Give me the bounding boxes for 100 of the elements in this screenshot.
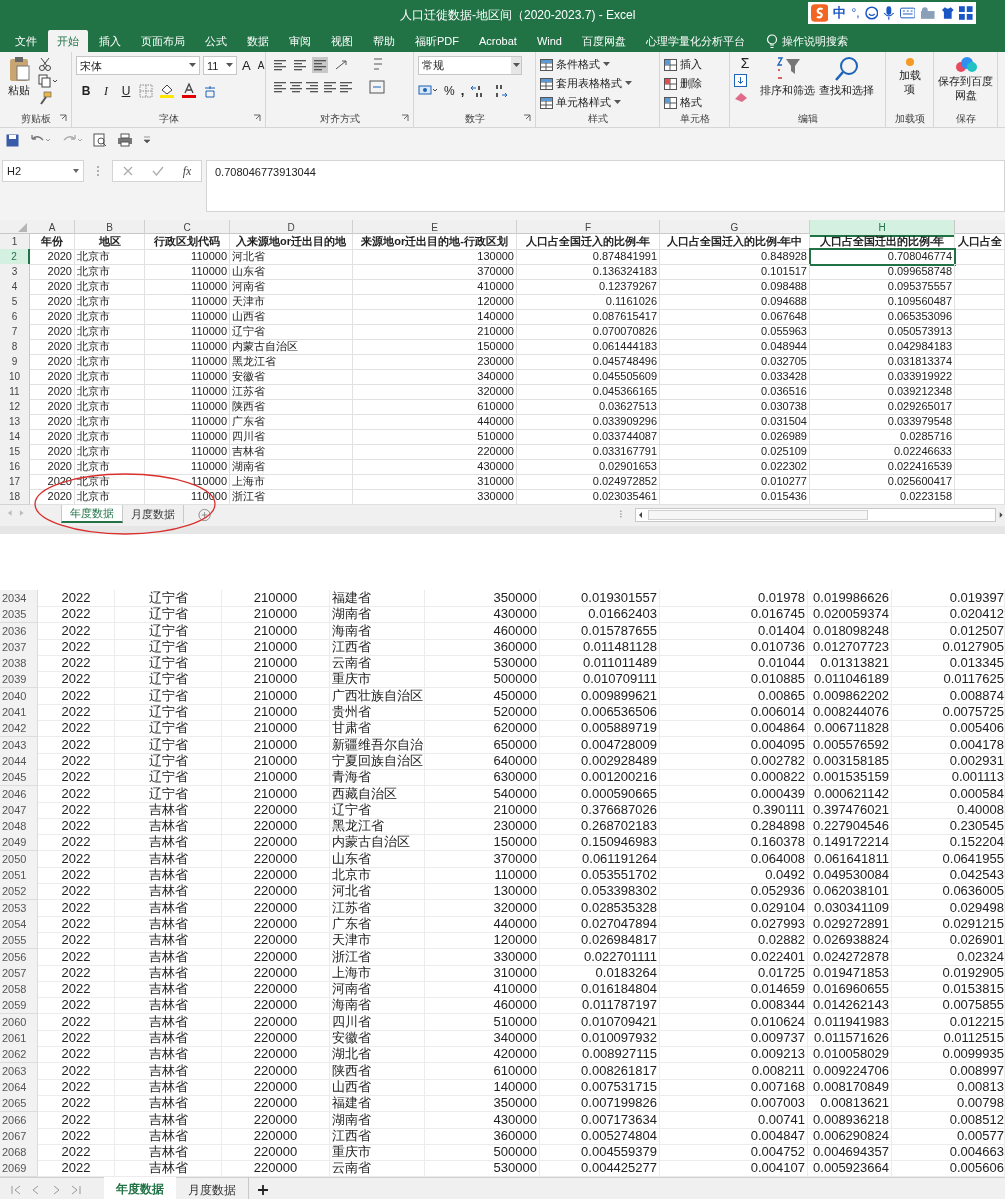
save-icon[interactable] [6,133,19,147]
table-cell[interactable]: 2020 [30,459,75,475]
table-cell[interactable]: 上海市 [330,964,425,982]
empty-cell[interactable] [955,309,1005,325]
table-cell[interactable]: 北京市 [75,249,145,265]
table-cell[interactable]: 0.055963 [660,324,810,340]
table-cell[interactable]: 0.026901 [892,932,1005,950]
table-cell[interactable]: 吉林省 [115,964,222,982]
keyboard-icon[interactable] [899,7,916,19]
table-cell[interactable]: 210000 [353,324,517,340]
table-cell[interactable]: 210000 [222,785,330,803]
table-cell[interactable]: 0.061641811 [808,850,892,868]
ime-logo-icon[interactable] [811,4,829,22]
table-cell[interactable]: 0.136324183 [517,264,660,280]
table-cell[interactable]: 0.004752 [660,1144,808,1162]
row-header[interactable]: 11 [0,384,30,400]
row-header[interactable]: 2055 [0,932,38,950]
table-cell[interactable]: 220000 [222,964,330,982]
table-cell[interactable]: 海南省 [330,997,425,1015]
table-cell[interactable]: 0.013345 [892,655,1005,673]
table-cell[interactable]: 2020 [30,354,75,370]
table-cell[interactable]: 0.061191264 [540,850,660,868]
styles-menu-button[interactable]: 单元格样式 [540,94,632,111]
horizontal-scrollbar[interactable] [634,508,996,522]
table-cell[interactable]: 0.006290824 [808,1127,892,1145]
table-cell[interactable]: 0.004559379 [540,1144,660,1162]
table-cell[interactable]: 辽宁省 [115,590,222,607]
table-cell[interactable]: 0.033979548 [810,414,955,430]
table-cell[interactable]: 北京市 [75,444,145,460]
table-cell[interactable]: 吉林省 [115,981,222,999]
row-header[interactable]: 3 [0,264,30,280]
table-cell[interactable]: 0.087615417 [517,309,660,325]
table-cell[interactable]: 0.008927115 [540,1046,660,1064]
row-header[interactable]: 2065 [0,1095,38,1113]
table-cell[interactable]: 2022 [38,1078,115,1096]
row-header[interactable]: 2035 [0,606,38,624]
table-cell[interactable]: 0.012215 [892,1013,1005,1031]
table-cell[interactable]: 0.014262143 [808,997,892,1015]
table-cell[interactable]: 0.061444183 [517,339,660,355]
table-cell[interactable]: 2020 [30,369,75,385]
dialog-launcher-icon[interactable] [253,114,261,122]
table-cell[interactable]: 220000 [222,981,330,999]
table-cell[interactable]: 110000 [145,459,230,475]
table-cell[interactable]: 0.390111 [660,801,808,819]
table-cell[interactable]: 湖南省 [330,1111,425,1129]
table-cell[interactable]: 2022 [38,704,115,722]
table-cell[interactable]: 110000 [145,294,230,310]
table-cell[interactable]: 2022 [38,687,115,705]
sheet-tab[interactable]: 月度数据 [176,1177,249,1199]
ribbon-tab[interactable]: 视图 [322,30,362,52]
ribbon-tab[interactable]: 文件 [6,30,46,52]
empty-cell[interactable] [955,339,1005,355]
table-cell[interactable]: 610000 [425,1062,540,1080]
table-cell[interactable]: 0.016960655 [808,981,892,999]
table-cell[interactable]: 0.160378 [660,834,808,852]
table-cell[interactable]: 2022 [38,964,115,982]
table-cell[interactable]: 110000 [145,264,230,280]
dialog-launcher-icon[interactable] [523,114,531,122]
table-cell[interactable]: 0.0291215 [892,915,1005,933]
table-cell[interactable]: 340000 [425,1030,540,1047]
table-cell[interactable]: 0.005274804 [540,1127,660,1145]
table-cell[interactable]: 2020 [30,429,75,445]
format-painter-icon[interactable] [38,91,52,105]
table-cell[interactable]: 360000 [425,638,540,656]
table-cell[interactable]: 河北省 [330,883,425,901]
table-cell[interactable]: 0.376687026 [540,801,660,819]
table-cell[interactable]: 0.0183264 [540,964,660,982]
table-cell[interactable]: 0.000822 [660,769,808,787]
table-cell[interactable]: 2022 [38,899,115,917]
table-cell[interactable]: 410000 [425,981,540,999]
table-cell[interactable]: 0.227904546 [808,818,892,836]
table-cell[interactable]: 2022 [38,720,115,738]
table-cell[interactable]: 110000 [145,249,230,265]
column-header[interactable]: H [810,220,955,237]
enter-icon[interactable] [151,166,164,176]
table-cell[interactable]: 0.036516 [660,384,810,400]
table-cell[interactable]: 0.010277 [660,474,810,490]
table-cell[interactable]: 吉林省 [115,834,222,852]
table-cell[interactable]: 0.033428 [660,369,810,385]
ribbon-tab[interactable]: 心理学量化分析平台 [637,30,754,52]
table-cell[interactable]: 0.008261817 [540,1062,660,1080]
table-cell[interactable]: 0.010736 [660,638,808,656]
row-header[interactable]: 7 [0,324,30,340]
table-cell[interactable]: 北京市 [75,429,145,445]
row-header[interactable]: 2069 [0,1160,38,1178]
eraser-icon[interactable] [734,91,748,103]
table-cell[interactable]: 0.033909296 [517,414,660,430]
table-cell[interactable]: 辽宁省 [115,769,222,787]
table-cell[interactable]: 0.014659 [660,981,808,999]
table-cell[interactable]: 0.029104 [660,899,808,917]
microphone-icon[interactable] [883,6,895,20]
table-cell[interactable]: 0.02246633 [810,444,955,460]
table-cell[interactable]: 贵州省 [330,704,425,722]
table-cell[interactable]: 0.284898 [660,818,808,836]
ribbon-tab[interactable]: 福昕PDF [406,30,468,52]
table-cell[interactable]: 0.152204 [892,834,1005,852]
table-cell[interactable]: 2020 [30,399,75,415]
row-header[interactable]: 2045 [0,769,38,787]
percent-button[interactable]: % [444,81,455,100]
table-cell[interactable]: 0.00577 [892,1127,1005,1145]
